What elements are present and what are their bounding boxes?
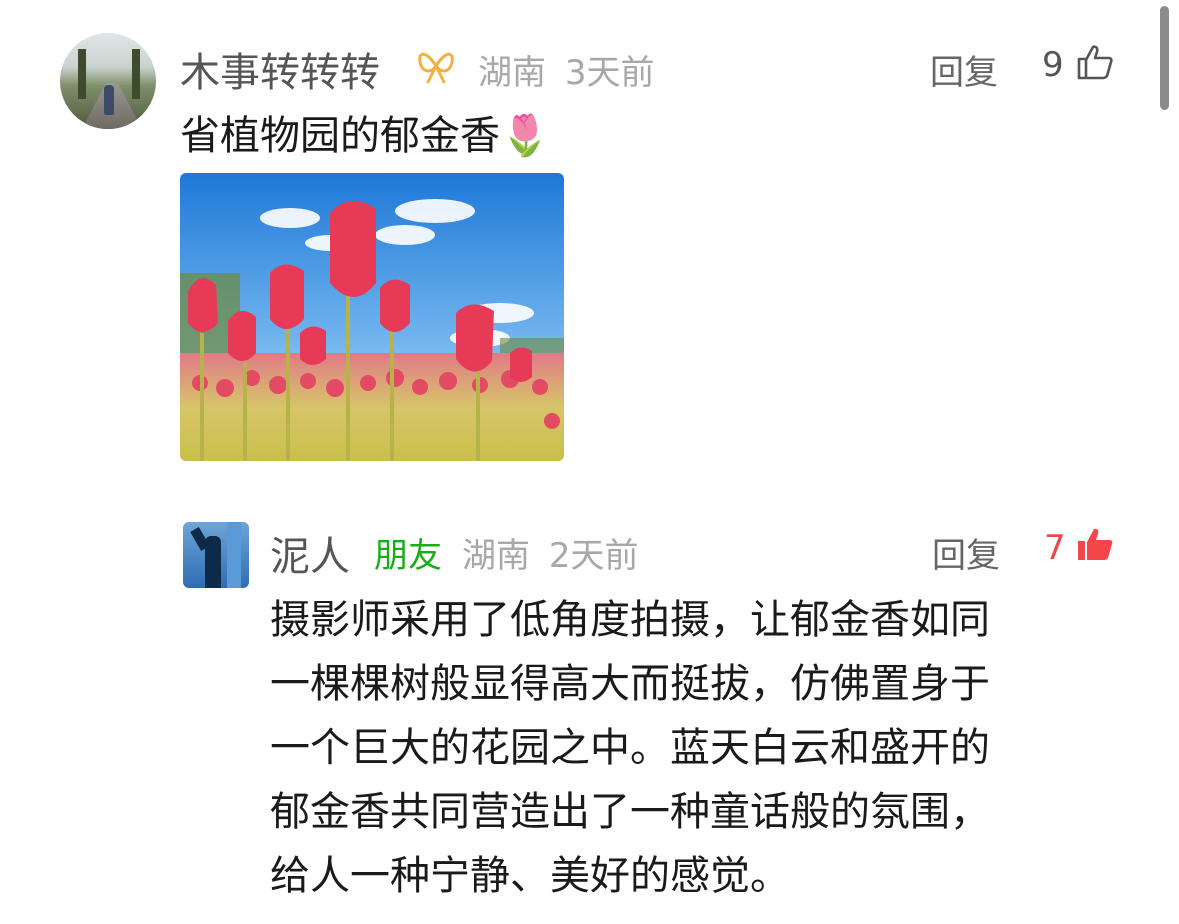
reply-text-line: 摄影师采用了低角度拍摄，让郁金香如同: [270, 597, 990, 643]
like-count[interactable]: 9: [1042, 45, 1064, 85]
reply-text-line: 一棵棵树般显得高大而挺拔，仿佛置身于: [270, 661, 990, 707]
avatar-tree: [132, 49, 140, 99]
reply-location: 湖南: [462, 536, 530, 576]
reply-like-count[interactable]: 7: [1044, 528, 1066, 568]
friend-tag: 朋友: [374, 536, 442, 576]
ribbon-icon: [418, 52, 454, 84]
commenter-name[interactable]: 木事转转转: [180, 40, 380, 98]
tulip-photo[interactable]: [180, 173, 564, 461]
reply-text: 摄影师采用了低角度拍摄，让郁金香如同 一棵棵树般显得高大而挺拔，仿佛置身于 一个…: [270, 588, 990, 908]
comment-text: 省植物园的郁金香🌷: [180, 113, 550, 159]
reply-text-line: 郁金香共同营造出了一种童话般的氛围，: [270, 789, 990, 835]
comment-location: 湖南: [478, 53, 546, 93]
like-thumb-icon[interactable]: [1076, 44, 1114, 80]
reply-time: 2天前: [548, 536, 639, 576]
avatar-tree: [78, 49, 86, 99]
replier-name[interactable]: 泥人: [270, 524, 350, 582]
avatar-person: [104, 85, 114, 115]
comment-time: 3天前: [564, 53, 655, 93]
reply-text-line: 给人一种宁静、美好的感觉。: [270, 853, 790, 899]
reply-button[interactable]: 回复: [930, 45, 998, 94]
commenter-avatar[interactable]: [60, 33, 156, 129]
scrollbar[interactable]: [1160, 6, 1169, 110]
replier-avatar[interactable]: [183, 522, 249, 588]
reply-text-line: 一个巨大的花园之中。蓝天白云和盛开的: [270, 725, 990, 771]
liked-thumb-icon[interactable]: [1076, 526, 1114, 562]
reply-reply-button[interactable]: 回复: [932, 528, 1000, 577]
